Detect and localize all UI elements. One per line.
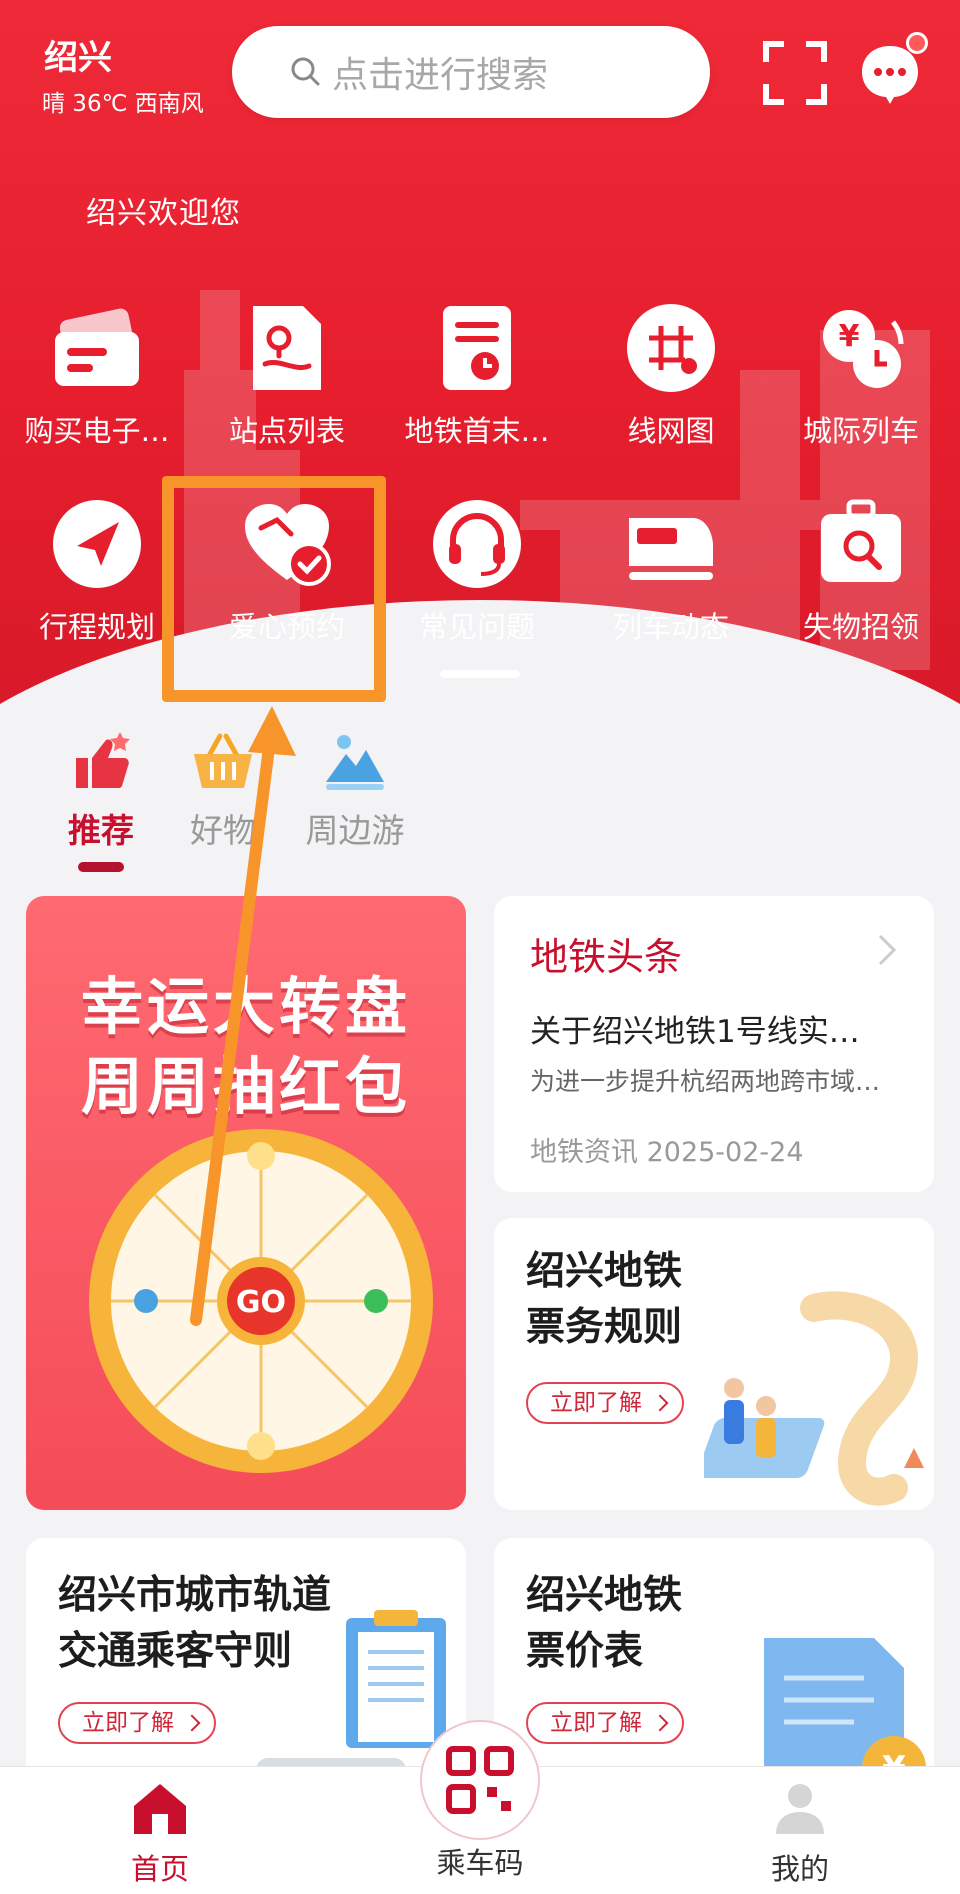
ticket-card-icon <box>55 308 139 386</box>
nav-mine[interactable]: 我的 <box>710 1778 890 1888</box>
tab-label: 推荐 <box>68 811 134 850</box>
basket-icon <box>194 733 252 788</box>
lucky-wheel-banner[interactable]: 幸运大转盘 周周抽红包 GO <box>26 896 466 1510</box>
page-indicator <box>440 670 520 680</box>
city-name[interactable]: 绍兴 <box>44 30 112 79</box>
search-icon <box>291 57 320 86</box>
search-input[interactable]: 点击进行搜索 <box>232 26 710 118</box>
nav-label: 首页 <box>130 1852 189 1886</box>
tab-underline <box>78 862 124 872</box>
promo-title-line2: 周周抽红包 <box>80 1050 411 1123</box>
news-meta: 地铁资讯 2025-02-24 <box>530 1137 804 1168</box>
service-label: 购买电子… <box>24 414 170 448</box>
news-subtitle: 为进一步提升杭绍两地跨市域… <box>530 1067 881 1096</box>
promo-title-line1: 幸运大转盘 <box>80 970 411 1043</box>
service-label: 线网图 <box>627 414 715 448</box>
service-label: 站点列表 <box>228 414 345 448</box>
user-icon <box>776 1784 824 1834</box>
service-label: 常见问题 <box>418 610 535 644</box>
qr-code-icon <box>446 1746 514 1814</box>
learn-more-button[interactable]: 立即了解 <box>58 1702 216 1744</box>
tab-recommend[interactable]: 推荐 <box>36 728 166 852</box>
page-indicator-active <box>440 670 520 678</box>
nav-home[interactable]: 首页 <box>70 1778 250 1888</box>
news-title[interactable]: 关于绍兴地铁1号线实… <box>530 1006 910 1051</box>
highlight-box <box>162 476 386 702</box>
message-badge <box>906 32 928 54</box>
go-label: GO <box>236 1285 286 1320</box>
fare-table-illustration: ¥ <box>764 1638 926 1788</box>
card-title-line2: 票价表 <box>526 1629 644 1674</box>
search-placeholder: 点击进行搜索 <box>332 55 549 96</box>
nav-ride-code[interactable]: 乘车码 <box>390 1840 570 1882</box>
card-title-line2: 票务规则 <box>526 1305 683 1350</box>
ticket-rules-card[interactable]: 绍兴地铁 票务规则 立即了解 <box>494 1218 934 1510</box>
service-network-map[interactable]: 线网图 <box>576 300 766 450</box>
card-title-line1: 绍兴地铁 <box>526 1573 683 1618</box>
service-label: 城际列车 <box>802 414 919 448</box>
nav-label: 乘车码 <box>436 1846 524 1880</box>
nav-label: 我的 <box>770 1852 829 1886</box>
home-icon <box>134 1784 186 1834</box>
tab-label: 周边游 <box>305 811 405 850</box>
service-intercity-train[interactable]: ¥ 城际列车 <box>766 300 956 450</box>
service-first-last-train[interactable]: 地铁首末… <box>382 300 572 450</box>
service-train-status[interactable]: 列车动态 <box>576 496 766 646</box>
learn-more-button[interactable]: 立即了解 <box>526 1382 684 1424</box>
weather-text: 晴 36℃ 西南风 <box>42 91 204 117</box>
service-label: 失物招领 <box>802 610 919 644</box>
lost-found-icon <box>821 499 901 582</box>
intercity-train-icon: ¥ <box>823 310 904 388</box>
tab-nearby-travel[interactable]: 周边游 <box>290 728 420 852</box>
faq-headset-icon <box>433 500 521 588</box>
learn-more-button[interactable]: 立即了解 <box>526 1702 684 1744</box>
service-station-list[interactable]: 站点列表 <box>192 300 382 450</box>
ticket-rules-illustration <box>704 1291 924 1506</box>
station-list-icon <box>253 306 321 390</box>
service-buy-ticket[interactable]: 购买电子… <box>2 300 192 450</box>
service-label: 列车动态 <box>612 610 729 644</box>
tab-goods[interactable]: 好物 <box>158 728 288 852</box>
card-title-line1: 绍兴地铁 <box>526 1249 683 1294</box>
service-label: 地铁首末… <box>404 414 550 448</box>
train-status-icon <box>629 518 713 580</box>
fare-table-card[interactable]: 绍兴地铁 票价表 立即了解 ¥ <box>494 1538 934 1788</box>
svg-text:¥: ¥ <box>839 319 860 354</box>
prize-wheel-graphic: GO <box>89 1129 433 1473</box>
network-map-icon <box>627 304 715 392</box>
metro-headline-card[interactable]: 地铁头条 关于绍兴地铁1号线实… 为进一步提升杭绍两地跨市域… 地铁资讯 202… <box>494 896 934 1192</box>
first-last-train-icon <box>443 306 511 390</box>
mountain-icon <box>326 735 384 790</box>
news-header: 地铁头条 <box>530 935 683 979</box>
ride-code-button[interactable] <box>420 1720 540 1840</box>
route-plan-icon <box>53 500 141 588</box>
tab-label: 好物 <box>190 811 256 850</box>
service-faq[interactable]: 常见问题 <box>382 496 572 646</box>
passenger-guide-card[interactable]: 绍兴市城市轨道 交通乘客守则 立即了解 <box>26 1538 466 1788</box>
thumbs-up-icon <box>76 732 130 788</box>
scan-icon[interactable] <box>762 40 828 106</box>
chevron-right-icon[interactable] <box>874 932 900 968</box>
welcome-text: 绍兴欢迎您 <box>86 196 241 231</box>
service-lost-found[interactable]: 失物招领 <box>766 496 956 646</box>
